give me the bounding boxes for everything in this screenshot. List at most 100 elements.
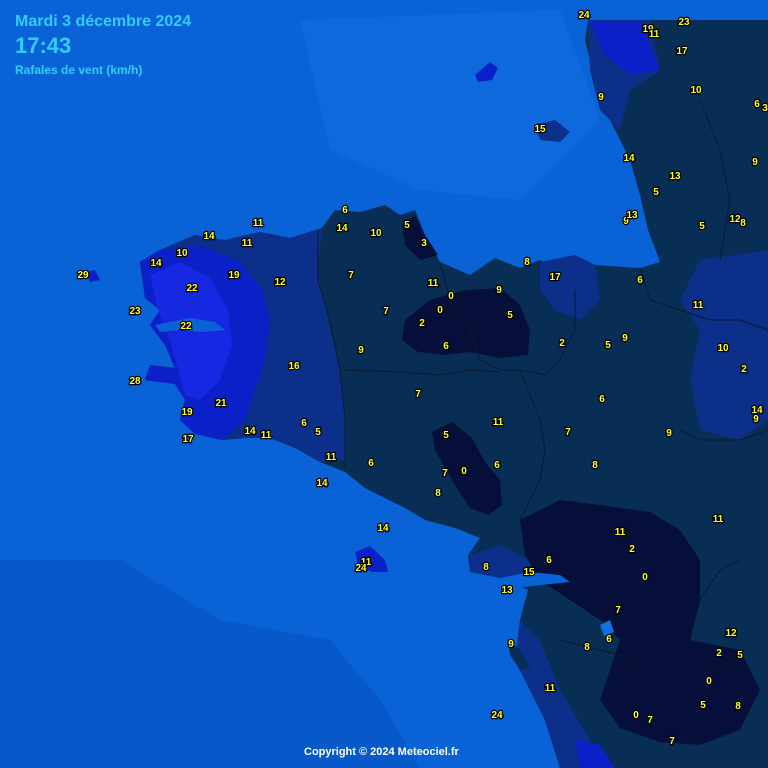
gust-value-label: 2 [419,318,425,329]
gust-value-label: 6 [301,418,307,429]
wind-gust-map: 24 19 11 23 17 9 10 6 3 15 14 9 5 13 12 8 9 13 5 6 14 10 3 5 11 1… [0,0,768,768]
gust-value-label: 6 [599,394,605,405]
gust-value-label: 5 [443,430,449,441]
gust-value-label: 8 [435,488,441,499]
gust-value-label: 14 [244,426,256,437]
gust-value-label: 9 [508,639,514,650]
gust-value-label: 22 [186,283,198,294]
gust-value-label: 23 [129,306,141,317]
gust-value-label: 7 [383,306,389,317]
gust-value-label: 5 [605,340,611,351]
gust-value-label: 0 [461,466,467,477]
gust-value-label: 17 [549,272,561,283]
gust-value-label: 7 [615,605,621,616]
gust-value-label: 14 [316,478,328,489]
gust-value-label: 2 [559,338,565,349]
gust-value-label: 7 [565,427,571,438]
gust-value-label: 2 [716,648,722,659]
gust-value-label: 11 [615,527,626,538]
date-label: Mardi 3 décembre 2024 [15,13,192,30]
gust-value-label: 14 [623,153,635,164]
gust-value-label: 5 [700,700,706,711]
gust-value-label: 19 [228,270,240,281]
gust-value-label: 7 [442,468,448,479]
gust-value-label: 14 [336,223,348,234]
gust-value-label: 11 [261,430,272,441]
gust-value-label: 21 [215,398,227,409]
gust-value-label: 11 [253,218,264,229]
gust-value-label: 9 [496,285,502,296]
gust-value-label: 15 [534,124,546,135]
gust-value-label: 3 [421,238,427,249]
gust-value-label: 12 [274,277,286,288]
gust-value-label: 17 [676,46,688,57]
gust-value-label: 5 [737,650,743,661]
gust-value-label: 16 [288,361,300,372]
gust-value-label: 11 [693,300,704,311]
copyright-notice: Copyright © 2024 Meteociel.fr [304,746,459,758]
gust-value-label: 11 [545,683,556,694]
gust-value-label: 2 [741,364,747,375]
gust-value-label: 7 [415,389,421,400]
gust-value-label: 11 [326,452,337,463]
gust-value-label: 0 [642,572,648,583]
gust-value-label: 5 [404,220,410,231]
gust-value-label: 5 [699,221,705,232]
gust-value-label: 0 [633,710,639,721]
gust-value-label: 6 [754,99,760,110]
gust-value-label: 10 [176,248,188,259]
gust-value-label: 23 [678,17,690,28]
map-subtitle: Rafales de vent (km/h) [15,63,143,77]
gust-value-label: 6 [606,634,612,645]
gust-value-label: 8 [735,701,741,712]
time-label: 17:43 [15,33,72,58]
gust-value-label: 10 [690,85,702,96]
gust-value-label: 12 [725,628,737,639]
gust-value-label: 6 [368,458,374,469]
gust-value-label: 0 [448,291,454,302]
gust-value-label: 6 [342,205,348,216]
gust-value-label: 7 [669,736,675,747]
gust-value-label: 9 [358,345,364,356]
gust-value-label: 8 [740,218,746,229]
gust-value-label: 8 [592,460,598,471]
gust-labels-layer: 24191123179106 31514 951312 89135614 1035111… [76,9,768,748]
gust-value-label: 24 [355,563,367,574]
gust-value-label: 13 [669,171,681,182]
gust-value-label: 14 [203,231,215,242]
gust-value-label: 7 [647,715,653,726]
gust-value-label: 14 [377,523,389,534]
gust-value-label: 5 [653,187,659,198]
gust-value-label: 9 [666,428,672,439]
gust-value-label: 24 [578,10,590,21]
gust-value-label: 0 [706,676,712,687]
gust-value-label: 14 [150,258,162,269]
gust-value-label: 29 [77,270,89,281]
gust-value-label: 9 [753,414,759,425]
gust-value-label: 11 [649,29,660,40]
gust-value-label: 10 [370,228,382,239]
gust-value-label: 17 [182,434,194,445]
gust-value-label: 13 [501,585,513,596]
gust-value-label: 6 [546,555,552,566]
gust-value-label: 9 [752,157,758,168]
gust-value-label: 6 [494,460,500,471]
gust-value-label: 22 [180,321,192,332]
gust-value-label: 11 [493,417,504,428]
gust-value-label: 2 [629,544,635,555]
gust-value-label: 9 [622,333,628,344]
gust-value-label: 8 [584,642,590,653]
gust-value-label: 28 [129,376,141,387]
gust-value-label: 24 [491,710,503,721]
gust-value-label: 7 [348,270,354,281]
gust-value-label: 8 [524,257,530,268]
gust-value-label: 5 [315,427,321,438]
gust-value-label: 6 [443,341,449,352]
gust-value-label: 3 [762,103,768,114]
gust-value-label: 6 [637,275,643,286]
gust-value-label: 19 [181,407,193,418]
gust-value-label: 9 [598,92,604,103]
gust-value-label: 15 [523,567,535,578]
gust-value-label: 0 [437,305,443,316]
gust-value-label: 11 [713,514,724,525]
